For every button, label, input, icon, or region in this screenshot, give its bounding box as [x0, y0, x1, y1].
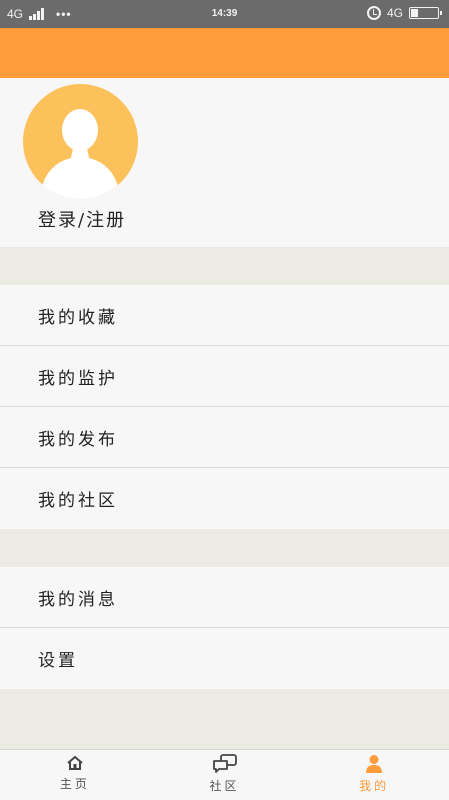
status-right: 4G [366, 6, 442, 20]
home-icon [67, 756, 83, 770]
chat-bubbles-icon [212, 754, 237, 773]
bottom-tab-bar: 主页 社区 我的 [0, 749, 449, 800]
alarm-icon [366, 6, 381, 20]
tab-home-label: 主页 [59, 777, 90, 791]
status-bar: 4G ••• 14:39 4G [0, 0, 449, 28]
menu-item-messages[interactable]: 我的消息 [0, 567, 449, 628]
avatar-silhouette-icon [41, 109, 119, 199]
login-register-link[interactable]: 登录/注册 [38, 206, 126, 232]
menu-item-posts[interactable]: 我的发布 [0, 407, 449, 468]
menu-item-community[interactable]: 我的社区 [0, 468, 449, 529]
network-label-right: 4G [386, 6, 403, 20]
tab-community-label: 社区 [209, 779, 240, 793]
profile-section[interactable]: 登录/注册 [0, 78, 449, 247]
battery-icon [409, 7, 442, 19]
tab-community[interactable]: 社区 [150, 750, 300, 800]
menu-group-2: 我的消息 设置 [0, 567, 449, 689]
menu-item-guardianship[interactable]: 我的监护 [0, 346, 449, 407]
tab-mine[interactable]: 我的 [299, 750, 449, 800]
tab-home[interactable]: 主页 [0, 750, 150, 800]
menu-item-favorites[interactable]: 我的收藏 [0, 285, 449, 346]
menu-item-settings[interactable]: 设置 [0, 628, 449, 689]
app-header [0, 28, 449, 78]
tab-mine-label: 我的 [359, 779, 390, 793]
person-icon [366, 755, 383, 773]
user-avatar-icon[interactable] [23, 84, 138, 199]
menu-group-1: 我的收藏 我的监护 我的发布 我的社区 [0, 285, 449, 529]
